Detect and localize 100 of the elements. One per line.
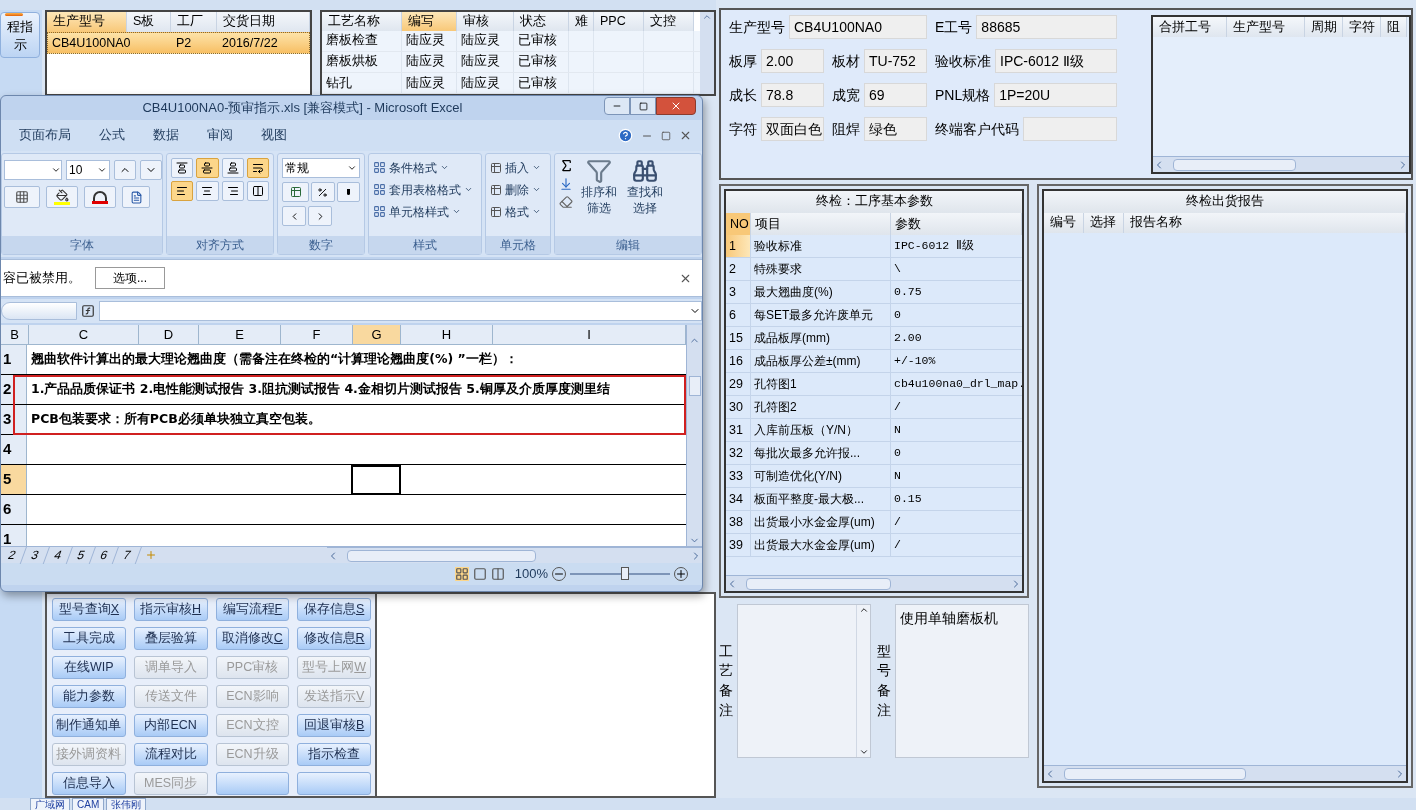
number-format-field[interactable]: 常规: [282, 158, 360, 178]
horizontal-scrollbar[interactable]: [327, 547, 702, 563]
function-icon[interactable]: [81, 304, 95, 318]
help-icon[interactable]: [618, 128, 633, 143]
align-button[interactable]: [246, 181, 269, 201]
font-name-field[interactable]: [4, 160, 62, 180]
zoom-in-icon[interactable]: [674, 567, 688, 581]
align-button[interactable]: [171, 181, 194, 201]
style-menu-button[interactable]: 套用表格格式: [373, 180, 477, 199]
grow-font-button[interactable]: [114, 160, 136, 180]
action-button[interactable]: 信息导入: [52, 772, 126, 795]
horizontal-scrollbar[interactable]: [1153, 156, 1409, 172]
bottom-tab[interactable]: 张伟刚: [106, 798, 147, 810]
action-button[interactable]: 取消修改C: [215, 627, 290, 650]
style-menu-button[interactable]: 条件格式: [373, 158, 477, 177]
ribbon-tab[interactable]: 数据: [139, 126, 193, 145]
row-header[interactable]: 33: [726, 465, 751, 487]
page-break-icon[interactable]: [490, 567, 505, 581]
vertical-scrollbar[interactable]: [700, 12, 714, 94]
cells-menu-button[interactable]: 插入: [490, 158, 546, 177]
cells-menu-button[interactable]: 删除: [490, 180, 546, 199]
row-header[interactable]: 34: [726, 488, 751, 510]
formula-field[interactable]: [99, 301, 702, 321]
clear-button[interactable]: [559, 195, 574, 209]
scroll-thumb[interactable]: [688, 376, 701, 396]
close-icon[interactable]: [679, 129, 692, 142]
value-field[interactable]: TU-752: [864, 49, 927, 73]
bottom-tab[interactable]: CAM: [72, 798, 105, 810]
edit-menu-button[interactable]: 查找和选择: [624, 158, 666, 232]
close-button[interactable]: [656, 97, 696, 115]
value-field[interactable]: CB4U100NA0: [789, 15, 927, 39]
percent-button[interactable]: [311, 182, 335, 202]
vertical-scrollbar[interactable]: [686, 325, 702, 546]
action-button[interactable]: 内部ECN: [133, 714, 208, 737]
currency-button[interactable]: [282, 182, 310, 202]
value-field[interactable]: 1P=20U: [994, 83, 1117, 107]
value-field[interactable]: 绿色: [864, 117, 927, 141]
action-button[interactable]: 回退审核B: [297, 714, 371, 737]
style-menu-button[interactable]: 单元格样式: [373, 202, 477, 221]
row-header[interactable]: 29: [726, 373, 751, 395]
shrink-font-button[interactable]: [140, 160, 162, 180]
font-size-field[interactable]: 10: [66, 160, 110, 180]
row-header[interactable]: 6: [726, 304, 751, 326]
fill-color-button[interactable]: [46, 186, 78, 208]
align-button[interactable]: [196, 158, 219, 178]
action-button[interactable]: 能力参数: [52, 685, 126, 708]
row-header[interactable]: 1: [726, 235, 751, 257]
action-button[interactable]: 修改信息R: [297, 627, 371, 650]
row-header[interactable]: 31: [726, 419, 751, 441]
horizontal-scrollbar[interactable]: [726, 575, 1022, 591]
action-button[interactable]: 保存信息S: [297, 598, 371, 621]
row-header[interactable]: 39: [726, 534, 751, 556]
ribbon-tab[interactable]: 视图: [247, 126, 301, 145]
action-button[interactable]: 流程对比: [133, 743, 208, 766]
remark-field[interactable]: [737, 604, 871, 758]
align-button[interactable]: [246, 158, 269, 178]
action-button[interactable]: 制作通知单: [52, 714, 126, 737]
align-button[interactable]: [196, 181, 219, 201]
value-field[interactable]: [1023, 117, 1117, 141]
align-button[interactable]: [171, 158, 194, 178]
row-header[interactable]: 3: [726, 281, 751, 303]
ribbon-tab[interactable]: 审阅: [193, 126, 247, 145]
options-button[interactable]: 选项...: [95, 267, 165, 289]
action-button[interactable]: 编写流程F: [215, 598, 290, 621]
action-button[interactable]: 叠层验算: [133, 627, 208, 650]
cells-menu-button[interactable]: 格式: [490, 202, 546, 221]
ribbon-tab[interactable]: 公式: [85, 126, 139, 145]
phonetic-button[interactable]: [122, 186, 150, 208]
value-field[interactable]: 78.8: [761, 83, 824, 107]
horizontal-scrollbar[interactable]: [1044, 765, 1406, 781]
guide-button[interactable]: 程指示: [0, 12, 40, 58]
value-field[interactable]: 双面白色: [761, 117, 824, 141]
font-color-button[interactable]: [84, 186, 116, 208]
row-header[interactable]: 30: [726, 396, 751, 418]
action-button[interactable]: 在线WIP: [52, 656, 126, 679]
row-header[interactable]: 15: [726, 327, 751, 349]
value-field[interactable]: 88685: [976, 15, 1117, 39]
value-field[interactable]: 2.00: [761, 49, 824, 73]
minimize-button[interactable]: [604, 97, 630, 115]
row-header[interactable]: 2: [726, 258, 751, 280]
row-header[interactable]: 38: [726, 511, 751, 533]
value-field[interactable]: 69: [864, 83, 927, 107]
bottom-tab[interactable]: 广域网: [30, 798, 70, 810]
order-row[interactable]: CB4U100NA0 P2 2016/7/22: [47, 32, 310, 54]
normal-view-icon[interactable]: [454, 567, 469, 581]
zoom-slider-thumb[interactable]: [621, 567, 629, 580]
fill-button[interactable]: [559, 177, 574, 191]
edit-menu-button[interactable]: 排序和筛选: [578, 158, 620, 232]
maximize-button[interactable]: [630, 97, 656, 115]
align-button[interactable]: [221, 158, 244, 178]
action-button[interactable]: 指示检查: [297, 743, 371, 766]
ribbon-tab[interactable]: 页面布局: [5, 126, 85, 145]
value-field[interactable]: IPC-6012 Ⅱ级: [995, 49, 1117, 73]
action-button[interactable]: 工具完成: [52, 627, 126, 650]
name-box-field[interactable]: [1, 302, 77, 320]
page-layout-icon[interactable]: [472, 567, 487, 581]
align-button[interactable]: [221, 181, 244, 201]
comma-button[interactable]: [336, 182, 360, 202]
row-header[interactable]: 16: [726, 350, 751, 372]
borders-button[interactable]: [4, 186, 40, 208]
